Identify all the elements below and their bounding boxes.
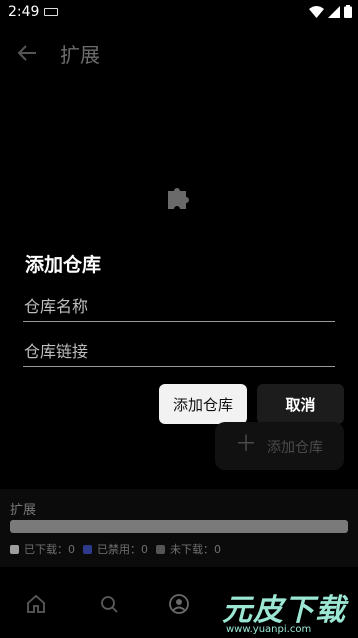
downloaded-count: 0	[68, 542, 75, 556]
stats-title: 扩展	[10, 503, 37, 518]
account-icon[interactable]	[168, 593, 190, 615]
app-bar: 扩展	[0, 24, 358, 80]
disabled-swatch	[83, 544, 92, 554]
not-downloaded-count: 0	[214, 542, 221, 556]
signal-icon	[328, 5, 340, 18]
add-repo-button[interactable]: 添加仓库	[159, 384, 247, 424]
downloaded-label: 已下载	[24, 543, 57, 556]
repo-url-field[interactable]	[23, 337, 335, 367]
search-icon[interactable]	[98, 593, 120, 615]
stats-progress-bar	[10, 520, 348, 533]
cancel-button[interactable]: 取消	[257, 384, 344, 424]
add-repo-fab[interactable]: ＋ 添加仓库	[215, 422, 344, 470]
downloaded-swatch	[10, 544, 19, 554]
status-icons	[309, 5, 352, 18]
battery-icon	[344, 5, 352, 18]
legend-not-downloaded: 未下载： 0	[156, 541, 221, 557]
status-bar: 2:49	[0, 0, 358, 24]
status-time: 2:49	[8, 4, 40, 20]
watermark-url: www.yuanpi.com	[226, 624, 312, 635]
puzzle-icon	[168, 188, 189, 209]
keyboard-icon	[44, 8, 58, 16]
legend-downloaded: 已下载： 0	[10, 541, 75, 557]
extension-stats-panel: 扩展 已下载： 0 已禁用： 0 未下载： 0	[0, 489, 358, 567]
fab-label: 添加仓库	[267, 440, 323, 456]
arrow-left-icon[interactable]	[16, 42, 38, 64]
plus-icon: ＋	[235, 432, 258, 457]
home-icon[interactable]	[25, 593, 47, 615]
disabled-label: 已禁用	[97, 543, 130, 556]
dialog-title: 添加仓库	[25, 254, 102, 276]
not-downloaded-label: 未下载	[170, 543, 203, 556]
page-title: 扩展	[60, 43, 100, 67]
watermark-text: 元皮下载	[222, 593, 346, 628]
repo-url-input[interactable]	[23, 337, 335, 366]
not-downloaded-swatch	[156, 544, 165, 554]
repo-name-input[interactable]	[23, 292, 335, 321]
disabled-count: 0	[141, 542, 148, 556]
stats-legend: 已下载： 0 已禁用： 0 未下载： 0	[10, 541, 229, 557]
repo-name-field[interactable]	[23, 292, 335, 322]
wifi-icon	[309, 5, 324, 18]
stats-progress-fill	[10, 520, 348, 533]
watermark: 元皮下载 www.yuanpi.com	[220, 585, 358, 638]
legend-disabled: 已禁用： 0	[83, 541, 148, 557]
